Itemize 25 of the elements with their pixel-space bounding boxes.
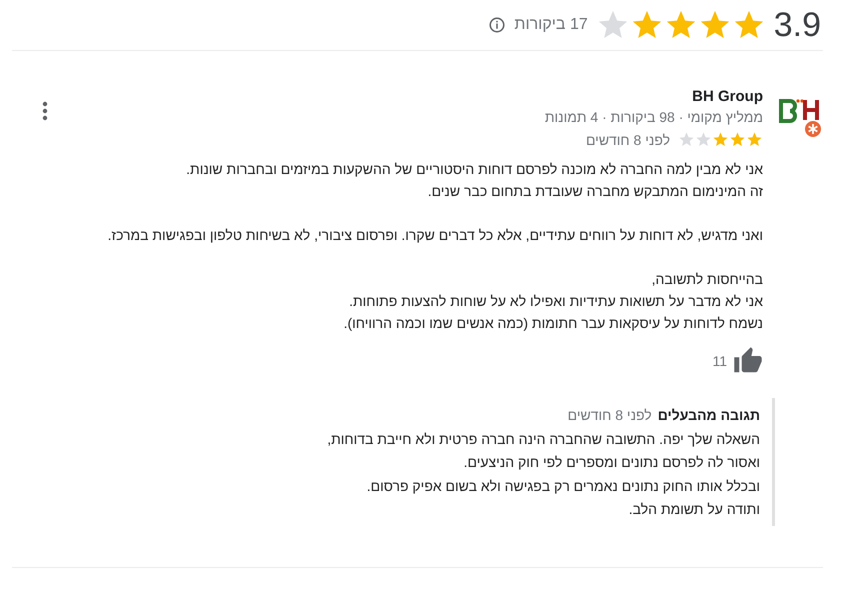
star-icon [712, 131, 729, 148]
star-icon [729, 131, 746, 148]
review-time: לפני 8 חודשים [586, 132, 670, 148]
reply-text: השאלה שלך יפה. התשובה שהחברה הינה חברה פרטית ולא חייבת בדוחות, [327, 430, 760, 449]
review-text: זה המינימום המתבקש מחברה שעובדת בתחום כבר שנים. [428, 182, 763, 201]
average-rating: 3.9 [774, 8, 821, 42]
star-icon [678, 131, 695, 148]
reviewer-info: ממליץ מקומי · 98 ביקורות · 4 תמונות [544, 108, 763, 127]
reply-text: ובכלל אותו החוק נתונים נאמרים רק בפגישה ולא בשום אפיק פרסום. [366, 476, 760, 496]
like-count: 11 [712, 353, 727, 369]
star-icon [746, 131, 763, 148]
star-icon [695, 131, 712, 148]
reply-text: ואסור לה לפרסם נתונים ומספרים לפי חוק הניצעים. [464, 453, 760, 472]
owner-reply-label: תגובה מהבעלים [658, 406, 760, 425]
info-icon[interactable] [488, 16, 506, 34]
reply-text: ותודה על תשומת הלב. [628, 500, 760, 519]
reviewer-name[interactable]: BH Group [692, 87, 763, 107]
review-text: ואני מדגיש, לא דוחות על רווחים עתידיים, אלא כל דברים שקרו. ופרסום ציבורי, לא בשיחות טלפון ובפגישות במרכז. [108, 226, 763, 245]
reply-time: לפני 8 חודשים [568, 406, 652, 425]
review-text: אני לא מבין למה החברה לא מוכנה לפרסם דוחות היסטוריים של ההשקעות במיזמים ובחברות שונות. [186, 160, 763, 179]
more-options-icon[interactable] [42, 101, 48, 121]
review-count: 17 ביקורות [514, 16, 588, 34]
review-text: נשמח לדוחות על עיסקאות עבר חתומות (כמה אנשים שמו וכמה הרוויחו). [344, 314, 763, 333]
review-text: אני לא מדבר על תשואות עתידיות ואפילו לא על שוחות להצעות פתוחות. [349, 292, 763, 311]
review-text: בהייחסות לתשובה, [652, 270, 763, 289]
